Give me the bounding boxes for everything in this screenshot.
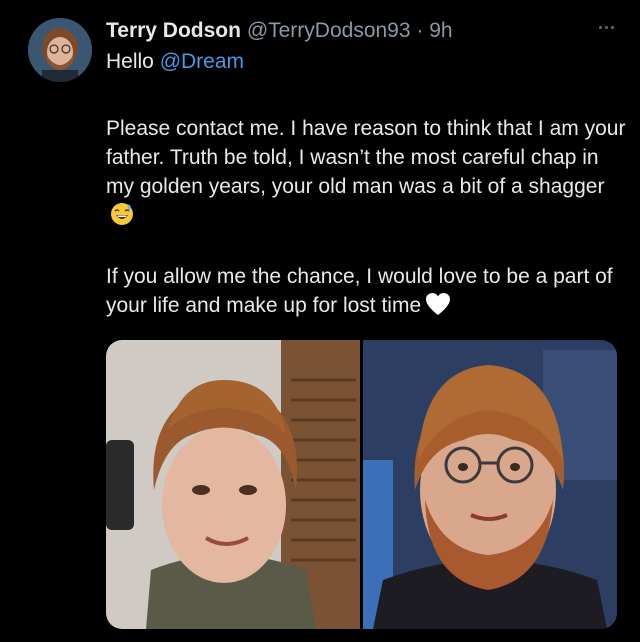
paragraph-2-text: If you allow me the chance, I would love… [106,265,613,317]
tweet[interactable]: Terry Dodson @TerryDodson93 · 9h Hello @… [0,0,640,642]
sweat-smile-emoji-icon [110,202,134,234]
more-options-icon[interactable] [594,22,618,32]
tweet-paragraph-1: Please contact me. I have reason to thin… [106,114,631,234]
tweet-text: Please contact me. I have reason to thin… [106,114,631,324]
media-photo-2[interactable] [363,340,617,629]
user-handle[interactable]: @TerryDodson93 [247,19,411,42]
tweet-paragraph-2: If you allow me the chance, I would love… [106,262,631,324]
white-heart-emoji-icon [425,292,451,324]
avatar[interactable] [28,18,92,82]
reply-line: Hello @Dream [106,48,244,76]
display-name[interactable]: Terry Dodson [106,19,241,42]
separator-dot: · [416,19,424,42]
paragraph-1-text: Please contact me. I have reason to thin… [106,117,626,198]
media-photo-1[interactable] [106,340,360,629]
tweet-header: Terry Dodson @TerryDodson93 · 9h [106,17,453,45]
tweet-media[interactable] [106,340,617,629]
timestamp[interactable]: 9h [429,19,452,42]
mention-link[interactable]: @Dream [160,50,244,73]
reply-prefix: Hello [106,50,154,73]
